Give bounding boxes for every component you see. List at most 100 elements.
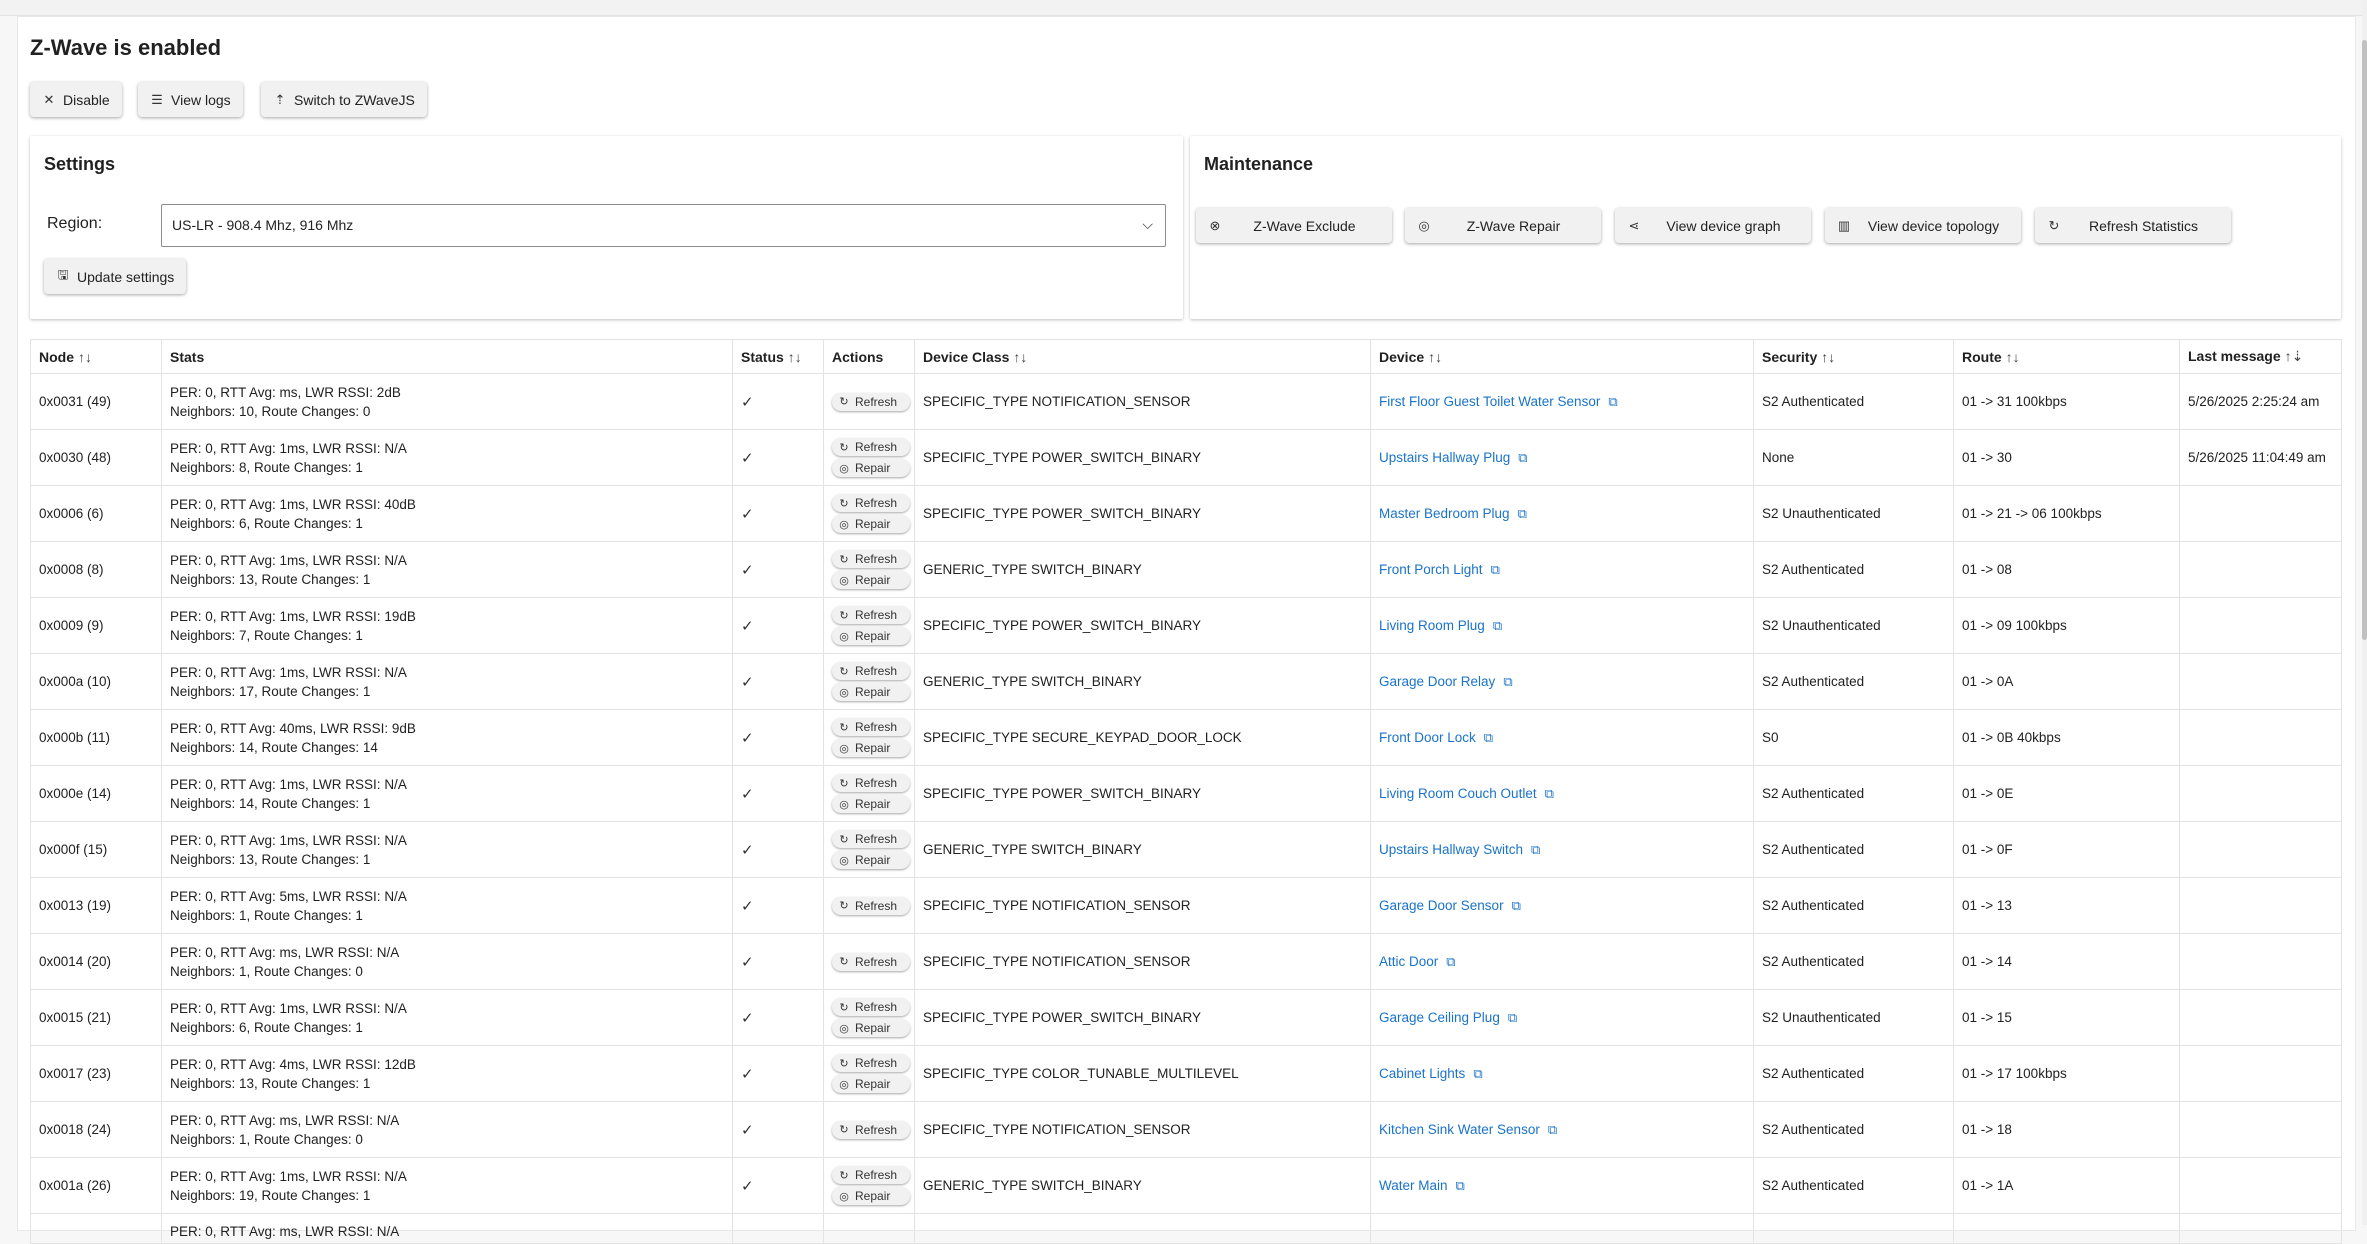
header-device-class[interactable]: Device Class ↑↓	[914, 339, 1371, 374]
device-link[interactable]: Attic Door	[1379, 954, 1438, 969]
device-link[interactable]: Master Bedroom Plug	[1379, 506, 1510, 521]
refresh-node-button[interactable]: ↻ Refresh	[832, 718, 910, 736]
refresh-node-button[interactable]: ↻ Refresh	[832, 774, 910, 792]
repair-node-button[interactable]: ◎ Repair	[832, 1019, 910, 1037]
refresh-node-button[interactable]: ↻ Refresh	[832, 550, 910, 568]
refresh-node-button[interactable]: ↻ Refresh	[832, 392, 910, 411]
external-link-icon[interactable]: ⧉	[1608, 394, 1617, 409]
external-link-icon[interactable]: ⧉	[1518, 450, 1527, 465]
external-link-icon[interactable]: ⧉	[1545, 786, 1554, 801]
repair-node-button[interactable]: ◎ Repair	[832, 851, 910, 869]
device-link[interactable]: Water Main	[1379, 1178, 1448, 1193]
device-link[interactable]: Cabinet Lights	[1379, 1066, 1465, 1081]
node-id: 0x000a (10)	[30, 653, 162, 710]
device-link[interactable]: Kitchen Sink Water Sensor	[1379, 1122, 1540, 1137]
header-status[interactable]: Status ↑↓	[732, 339, 824, 374]
device-cell: First Floor Guest Toilet Water Sensor ⧉	[1370, 373, 1754, 430]
device-link[interactable]: Garage Ceiling Plug	[1379, 1010, 1500, 1025]
repair-icon: ◎	[839, 574, 849, 587]
external-link-icon[interactable]: ⧉	[1446, 954, 1455, 969]
refresh-node-button[interactable]: ↻ Refresh	[832, 662, 910, 680]
device-link[interactable]: Living Room Couch Outlet	[1379, 786, 1537, 801]
external-link-icon[interactable]: ⧉	[1518, 506, 1527, 521]
external-link-icon[interactable]: ⧉	[1456, 1178, 1465, 1193]
stats-line-1: PER: 0, RTT Avg: 1ms, LWR RSSI: N/A	[170, 1000, 407, 1016]
refresh-node-button[interactable]: ↻ Refresh	[832, 896, 910, 915]
external-link-icon[interactable]: ⧉	[1508, 1010, 1517, 1025]
refresh-icon: ↻	[839, 721, 849, 734]
device-cell: Front Porch Light ⧉	[1370, 541, 1754, 598]
view-device-graph-button[interactable]: ⋖ View device graph	[1615, 208, 1811, 243]
device-link[interactable]: Living Room Plug	[1379, 618, 1485, 633]
node-id: 0x0031 (49)	[30, 373, 162, 430]
repair-node-button[interactable]: ◎ Repair	[832, 459, 910, 477]
maintenance-title: Maintenance	[1204, 154, 1314, 174]
refresh-statistics-button[interactable]: ↻ Refresh Statistics	[2035, 208, 2231, 243]
page-title: Z-Wave is enabled	[30, 35, 222, 60]
scrollbar-thumb[interactable]	[2362, 40, 2367, 640]
header-node[interactable]: Node ↑↓	[30, 339, 162, 374]
node-id: 0x0006 (6)	[30, 485, 162, 542]
route: 01 -> 18	[1953, 1101, 2180, 1158]
update-settings-button[interactable]: 🖫 Update settings	[44, 259, 187, 294]
repair-node-button[interactable]: ◎ Repair	[832, 683, 910, 701]
refresh-node-button[interactable]: ↻ Refresh	[832, 998, 910, 1016]
disable-button[interactable]: ✕ Disable	[30, 82, 122, 117]
external-link-icon[interactable]: ⧉	[1473, 1066, 1482, 1081]
refresh-node-button[interactable]: ↻ Refresh	[832, 438, 910, 456]
device-link[interactable]: Upstairs Hallway Plug	[1379, 450, 1510, 465]
external-link-icon[interactable]: ⧉	[1491, 562, 1500, 577]
repair-node-button[interactable]: ◎ Repair	[832, 515, 910, 533]
sort-icon[interactable]: ↑↓	[1428, 349, 1442, 365]
region-value: US-LR - 908.4 Mhz, 916 Mhz	[172, 217, 354, 233]
stats-line-1: PER: 0, RTT Avg: 1ms, LWR RSSI: N/A	[170, 832, 407, 848]
header-last-message[interactable]: Last message ↑⇣	[2179, 339, 2342, 374]
stats-line-1: PER: 0, RTT Avg: 1ms, LWR RSSI: N/A	[170, 440, 407, 456]
sort-active-icon[interactable]: ↑⇣	[2285, 348, 2304, 364]
region-select[interactable]: US-LR - 908.4 Mhz, 916 Mhz ⌵	[161, 204, 1166, 247]
external-link-icon[interactable]: ⧉	[1503, 674, 1512, 689]
refresh-node-button[interactable]: ↻ Refresh	[832, 494, 910, 512]
page-scrollbar[interactable]	[2362, 0, 2367, 1225]
header-security[interactable]: Security ↑↓	[1753, 339, 1954, 374]
external-link-icon[interactable]: ⧉	[1493, 618, 1502, 633]
device-link[interactable]: Upstairs Hallway Switch	[1379, 842, 1523, 857]
repair-node-button[interactable]: ◎ Repair	[832, 571, 910, 589]
sort-icon[interactable]: ↑↓	[2006, 349, 2020, 365]
header-route[interactable]: Route ↑↓	[1953, 339, 2180, 374]
refresh-node-button[interactable]: ↻ Refresh	[832, 1054, 910, 1072]
external-link-icon[interactable]: ⧉	[1484, 730, 1493, 745]
external-link-icon[interactable]: ⧉	[1531, 842, 1540, 857]
refresh-node-button[interactable]: ↻ Refresh	[832, 1120, 910, 1139]
refresh-node-button[interactable]: ↻ Refresh	[832, 1166, 910, 1184]
zwave-exclude-button[interactable]: ⊗ Z-Wave Exclude	[1196, 208, 1392, 243]
view-device-topology-button[interactable]: ▥ View device topology	[1825, 208, 2021, 243]
device-link[interactable]: First Floor Guest Toilet Water Sensor	[1379, 394, 1600, 409]
sort-icon[interactable]: ↑↓	[78, 349, 92, 365]
repair-node-button[interactable]: ◎ Repair	[832, 795, 910, 813]
node-status: ✓	[732, 989, 824, 1046]
sort-icon[interactable]: ↑↓	[1821, 349, 1835, 365]
device-link[interactable]: Front Porch Light	[1379, 562, 1483, 577]
chevron-down-icon: ⌵	[1142, 216, 1153, 232]
refresh-node-button[interactable]: ↻ Refresh	[832, 952, 910, 971]
external-link-icon[interactable]: ⧉	[1548, 1122, 1557, 1137]
repair-node-button[interactable]: ◎ Repair	[832, 627, 910, 645]
device-link[interactable]: Garage Door Sensor	[1379, 898, 1504, 913]
refresh-node-button[interactable]: ↻ Refresh	[832, 606, 910, 624]
refresh-node-button[interactable]: ↻ Refresh	[832, 830, 910, 848]
repair-node-button[interactable]: ◎ Repair	[832, 1075, 910, 1093]
sort-icon[interactable]: ↑↓	[788, 349, 802, 365]
sort-icon[interactable]: ↑↓	[1013, 349, 1027, 365]
switch-zwavejs-button[interactable]: ⇡ Switch to ZWaveJS	[261, 82, 427, 117]
device-link[interactable]: Front Door Lock	[1379, 730, 1476, 745]
device-link[interactable]: Garage Door Relay	[1379, 674, 1495, 689]
device-class: SPECIFIC_TYPE POWER_SWITCH_BINARY	[914, 485, 1371, 542]
external-link-icon[interactable]: ⧉	[1512, 898, 1521, 913]
zwave-repair-button[interactable]: ◎ Z-Wave Repair	[1405, 208, 1601, 243]
view-logs-button[interactable]: ☰ View logs	[138, 82, 243, 117]
repair-node-button[interactable]: ◎ Repair	[832, 1187, 910, 1205]
header-device[interactable]: Device ↑↓	[1370, 339, 1754, 374]
node-id: 0x0013 (19)	[30, 877, 162, 934]
repair-node-button[interactable]: ◎ Repair	[832, 739, 910, 757]
